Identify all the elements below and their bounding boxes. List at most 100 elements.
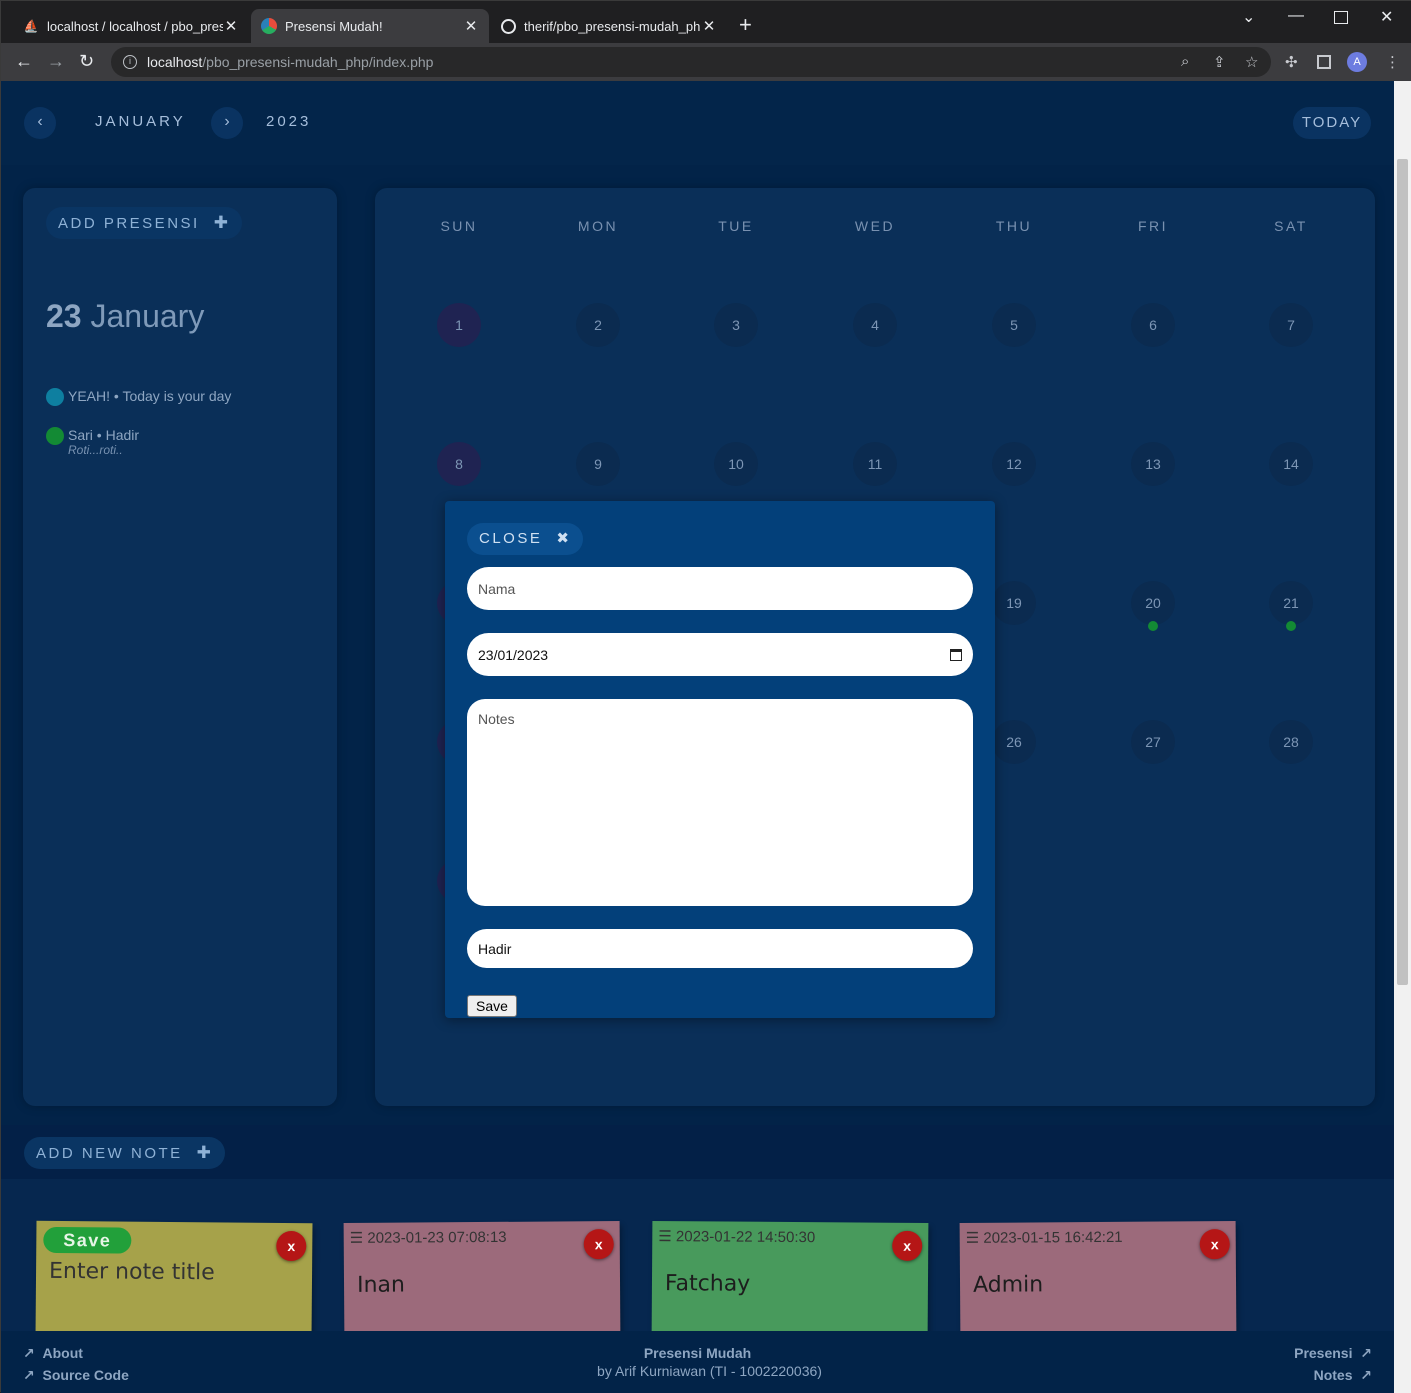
close-tab-icon[interactable]: ✕: [223, 17, 239, 35]
weekday-fri: FRI: [1137, 218, 1169, 234]
drag-handle-icon[interactable]: ☰: [658, 1228, 672, 1245]
calendar-day-20[interactable]: 20: [1131, 581, 1175, 625]
reload-icon[interactable]: ↻: [79, 51, 94, 71]
close-tab-icon[interactable]: ✕: [701, 17, 717, 35]
calendar-day-8[interactable]: 8: [437, 442, 481, 486]
note-card: ☰ 2023-01-22 14:50:30 Fatchay x: [651, 1221, 929, 1331]
date-input[interactable]: 23/01/2023: [467, 633, 973, 676]
weekday-mon: MON: [577, 218, 619, 234]
close-tab-icon[interactable]: ✕: [463, 17, 479, 35]
browser-toolbar: ← → ↻ i localhost/pbo_presensi-mudah_php…: [1, 43, 1411, 81]
event-dot-icon: [46, 427, 64, 445]
tab-phpmyadmin[interactable]: ⛵ localhost / localhost / pbo_prese ✕: [13, 9, 249, 43]
calendar-day-14[interactable]: 14: [1269, 442, 1313, 486]
scrollbar-thumb[interactable]: [1397, 159, 1408, 985]
event-indicator-dot: [1286, 621, 1296, 631]
bookmark-star-icon[interactable]: ☆: [1245, 53, 1258, 71]
month-label: JANUARY: [95, 113, 186, 130]
save-button[interactable]: Save: [467, 995, 517, 1017]
maximize-icon[interactable]: [1334, 11, 1348, 24]
note-title[interactable]: Admin: [973, 1272, 1043, 1297]
next-month-button[interactable]: ›: [211, 107, 243, 139]
weekday-sun: SUN: [440, 218, 478, 234]
note-delete-button[interactable]: x: [1199, 1229, 1230, 1260]
tab-search-icon[interactable]: ⌄: [1242, 7, 1255, 27]
notes-toolbar: ADD NEW NOTE ✚: [1, 1125, 1394, 1179]
note-title-input[interactable]: Enter note title: [49, 1259, 215, 1285]
prev-month-button[interactable]: ‹: [24, 107, 56, 139]
menu-kebab-icon[interactable]: ⋮: [1385, 53, 1400, 71]
event-item[interactable]: Sari • Hadir Roti...roti..: [46, 427, 139, 457]
calendar-icon[interactable]: [950, 648, 962, 661]
browser-window: ⛵ localhost / localhost / pbo_prese ✕ Pr…: [0, 0, 1411, 1393]
calendar-day-27[interactable]: 27: [1131, 720, 1175, 764]
note-title[interactable]: Inan: [357, 1273, 405, 1298]
note-save-button[interactable]: Save: [43, 1226, 132, 1254]
event-note: Roti...roti..: [68, 443, 123, 457]
note-delete-button[interactable]: x: [583, 1229, 614, 1260]
address-bar[interactable]: i localhost/pbo_presensi-mudah_php/index…: [111, 47, 1271, 77]
name-input[interactable]: Nama: [467, 567, 973, 610]
scrollbar[interactable]: [1394, 81, 1411, 1393]
calendar-day-4[interactable]: 4: [853, 303, 897, 347]
profile-avatar[interactable]: A: [1347, 52, 1367, 72]
close-window-icon[interactable]: ✕: [1380, 7, 1393, 27]
add-presensi-button[interactable]: ADD PRESENSI ✚: [46, 207, 243, 239]
year-label: 2023: [266, 113, 312, 130]
note-card: ☰ 2023-01-23 07:08:13 Inan x: [343, 1221, 621, 1331]
calendar-day-7[interactable]: 7: [1269, 303, 1313, 347]
drag-handle-icon[interactable]: ☰: [350, 1230, 364, 1247]
calendar-day-10[interactable]: 10: [714, 442, 758, 486]
notes-textarea[interactable]: Notes: [467, 699, 973, 906]
calendar-day-19[interactable]: 19: [992, 581, 1036, 625]
note-title[interactable]: Fatchay: [665, 1271, 750, 1297]
notes-placeholder: Notes: [478, 711, 515, 727]
add-presensi-label: ADD PRESENSI: [58, 215, 200, 232]
calendar-day-11[interactable]: 11: [853, 442, 897, 486]
add-note-label: ADD NEW NOTE: [36, 1145, 183, 1162]
weekday-thu: THU: [995, 218, 1033, 234]
calendar-day-5[interactable]: 5: [992, 303, 1036, 347]
extensions-icon[interactable]: ✣: [1285, 53, 1298, 71]
status-input[interactable]: Hadir: [467, 929, 973, 968]
presensi-label: Presensi: [1294, 1345, 1353, 1361]
share-icon[interactable]: ⇪: [1213, 53, 1226, 71]
calendar-day-12[interactable]: 12: [992, 442, 1036, 486]
external-link-icon: ↗: [1360, 1345, 1372, 1361]
drag-handle-icon[interactable]: ☰: [966, 1230, 980, 1247]
site-info-icon[interactable]: i: [123, 55, 137, 69]
notes-board: Save Enter note title x ☰ 2023-01-23 07:…: [1, 1179, 1394, 1331]
event-item[interactable]: YEAH! • Today is your day: [46, 388, 231, 406]
zoom-icon[interactable]: ⌕: [1181, 53, 1189, 70]
today-button[interactable]: TODAY: [1293, 107, 1371, 139]
note-timestamp: ☰ 2023-01-15 16:42:21: [966, 1228, 1123, 1247]
add-note-button[interactable]: ADD NEW NOTE ✚: [24, 1137, 226, 1169]
plus-icon: ✚: [213, 213, 231, 232]
close-modal-button[interactable]: CLOSE ✖: [467, 523, 584, 555]
date-value: 23/01/2023: [478, 646, 549, 663]
calendar-day-3[interactable]: 3: [714, 303, 758, 347]
name-placeholder: Nama: [478, 580, 516, 597]
calendar-day-2[interactable]: 2: [576, 303, 620, 347]
calendar-day-6[interactable]: 6: [1131, 303, 1175, 347]
tab-presensi-mudah[interactable]: Presensi Mudah! ✕: [251, 9, 489, 43]
note-delete-button[interactable]: x: [276, 1230, 307, 1262]
tab-github[interactable]: therif/pbo_presensi-mudah_php: ✕: [491, 9, 727, 43]
calendar-day-28[interactable]: 28: [1269, 720, 1313, 764]
calendar-day-21[interactable]: 21: [1269, 581, 1313, 625]
url-path: /pbo_presensi-mudah_php/index.php: [202, 54, 434, 70]
forward-icon[interactable]: →: [47, 51, 65, 71]
calendar-day-9[interactable]: 9: [576, 442, 620, 486]
calendar-day-1[interactable]: 1: [437, 303, 481, 347]
calendar-day-13[interactable]: 13: [1131, 442, 1175, 486]
calendar-day-26[interactable]: 26: [992, 720, 1036, 764]
note-timestamp: ☰ 2023-01-23 07:08:13: [350, 1228, 507, 1247]
presensi-link[interactable]: Presensi ↗: [1294, 1345, 1372, 1362]
new-tab-icon[interactable]: +: [739, 14, 752, 36]
side-panel-icon[interactable]: [1317, 55, 1331, 69]
minimize-icon[interactable]: —: [1288, 7, 1304, 25]
selected-month: January: [90, 298, 205, 334]
note-delete-button[interactable]: x: [892, 1230, 923, 1261]
back-icon[interactable]: ←: [15, 51, 33, 71]
notes-link[interactable]: Notes ↗: [1314, 1367, 1372, 1384]
